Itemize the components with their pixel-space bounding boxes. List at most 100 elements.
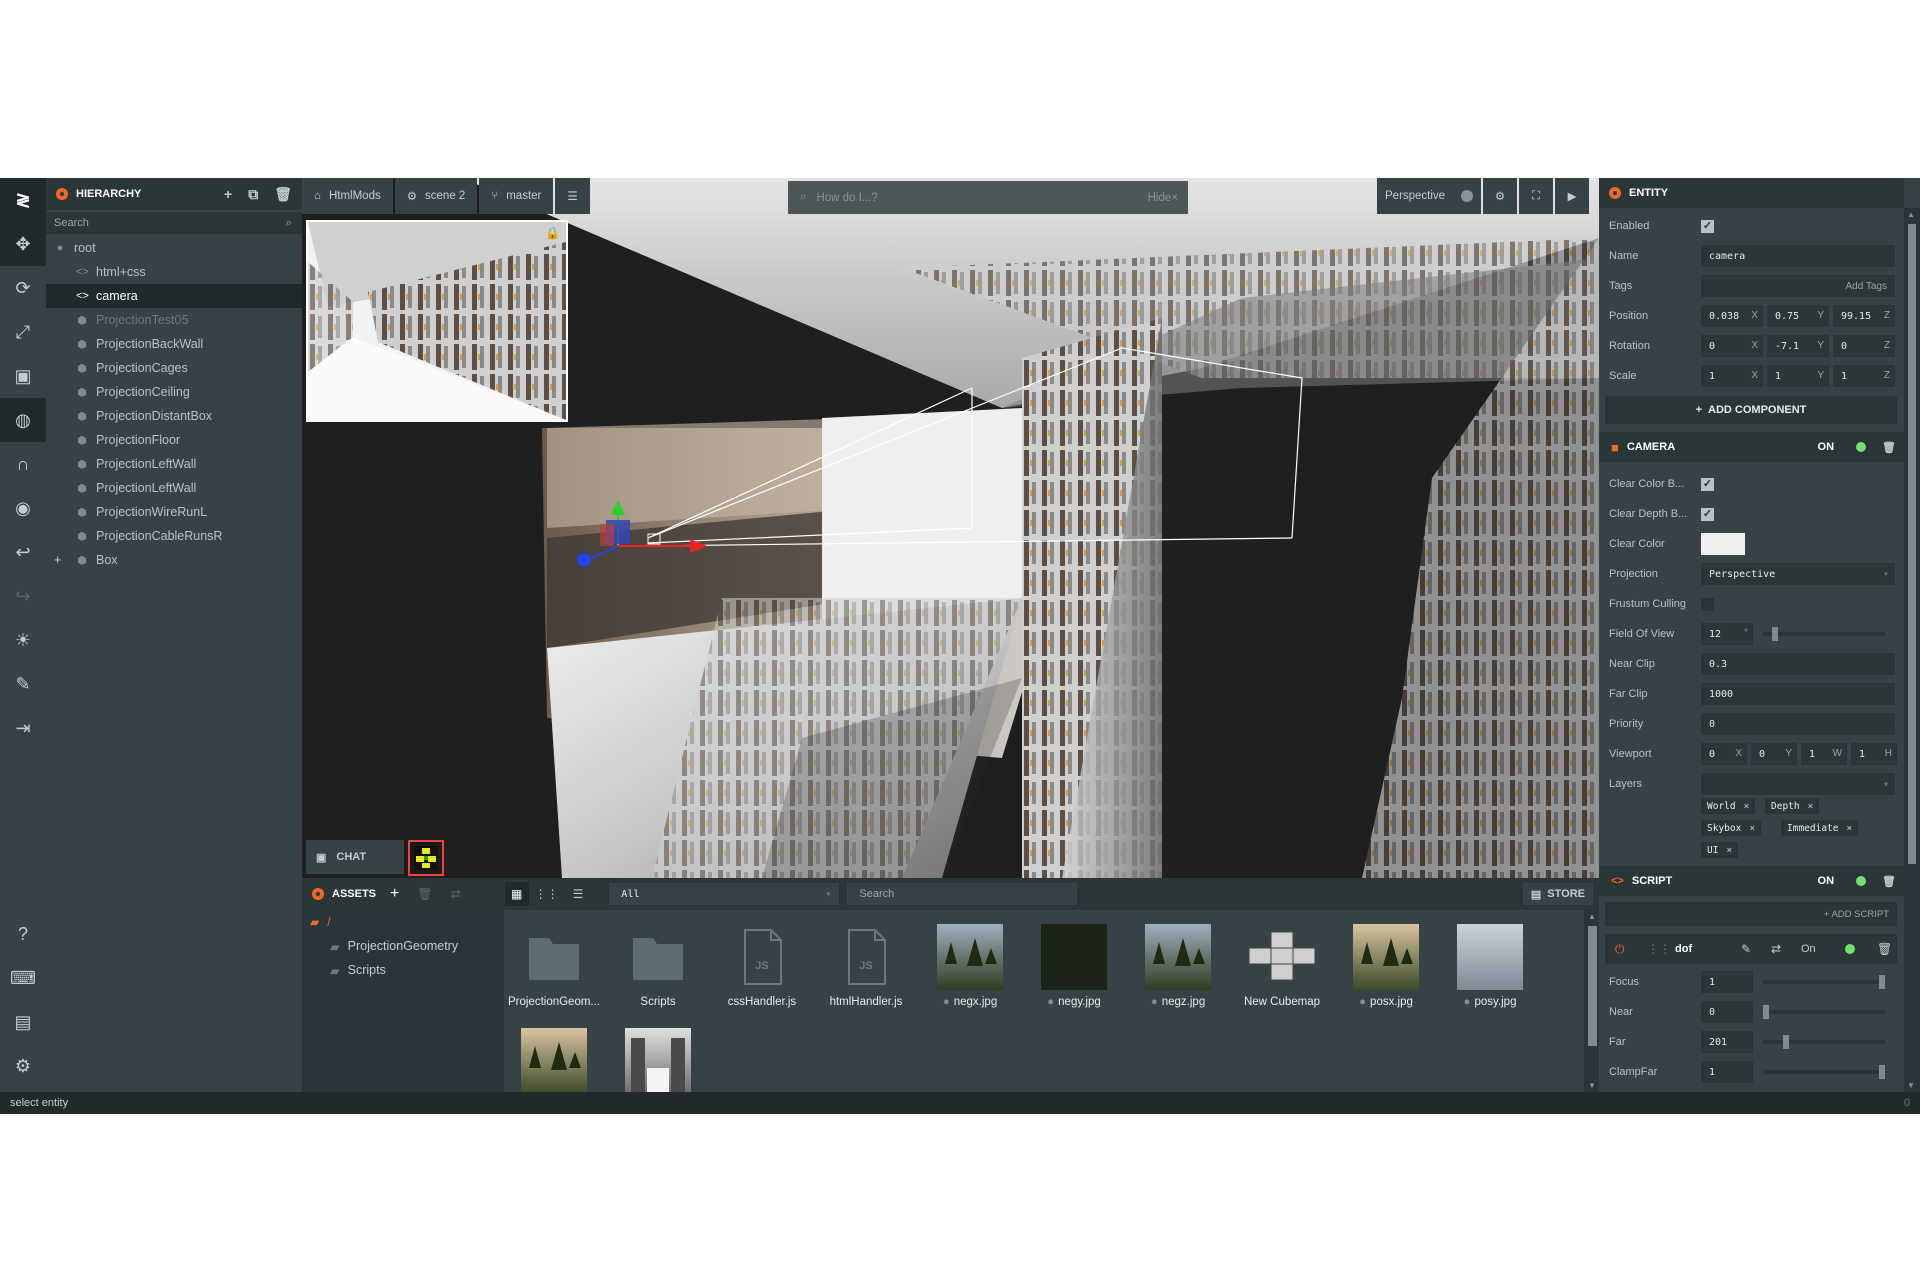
projection-select[interactable]: Perspective ▾: [1701, 563, 1895, 585]
scroll-thumb[interactable]: [1908, 224, 1916, 864]
asset-item[interactable]: New Cubemap: [1232, 910, 1332, 1010]
store-button[interactable]: ▤ STORE: [1522, 883, 1593, 905]
asset-item[interactable]: [608, 1014, 708, 1092]
asset-search-input[interactable]: Search: [847, 883, 1078, 905]
layer-tag[interactable]: Skybox ×: [1701, 820, 1762, 836]
scroll-thumb[interactable]: [1588, 926, 1597, 1046]
clear-color-swatch[interactable]: [1701, 533, 1745, 555]
viewport-w-field[interactable]: 1W: [1801, 743, 1847, 765]
script-attr-field[interactable]: 1: [1701, 1061, 1753, 1083]
position-z-field[interactable]: 99.15 Z: [1833, 305, 1895, 327]
scroll-down-icon[interactable]: ▼: [1907, 1081, 1915, 1090]
script-attr-field[interactable]: 0: [1701, 1001, 1753, 1023]
chat-button[interactable]: ▣ CHAT: [306, 840, 404, 874]
hierarchy-item[interactable]: ● root: [46, 236, 302, 260]
focus-eye-icon[interactable]: ◉: [0, 486, 46, 530]
delete-icon[interactable]: 🗑: [274, 186, 292, 203]
reload-icon[interactable]: ⇄: [451, 887, 461, 901]
world-space-icon[interactable]: ◍: [0, 398, 46, 442]
howdoi-search[interactable]: ⌕ How do I...? Hide×: [788, 181, 1188, 214]
add-asset-icon[interactable]: +: [390, 885, 399, 903]
layer-tag[interactable]: Depth ×: [1765, 798, 1820, 814]
viewport-tab[interactable]: ⚙ scene 2: [394, 178, 478, 214]
scale-icon[interactable]: ⤢: [0, 310, 46, 354]
panel-toggle-icon[interactable]: [1609, 187, 1621, 199]
swap-icon[interactable]: ⇄: [1771, 942, 1781, 956]
asset-item[interactable]: ● posy.jpg: [1440, 910, 1540, 1010]
script-enable-toggle[interactable]: [1842, 874, 1869, 888]
position-y-field[interactable]: 0.75 Y: [1767, 305, 1829, 327]
layer-tag[interactable]: UI ×: [1701, 842, 1739, 858]
viewport-x-field[interactable]: 0X: [1701, 743, 1747, 765]
fov-field[interactable]: 12 °: [1701, 623, 1753, 645]
scroll-down-icon[interactable]: ▼: [1588, 1081, 1596, 1090]
viewport-tab[interactable]: ⌂ HtmlMods: [302, 178, 393, 214]
asset-item[interactable]: Scripts: [608, 910, 708, 1010]
name-field[interactable]: camera: [1701, 245, 1895, 267]
expand-icon[interactable]: +: [54, 553, 61, 567]
asset-item[interactable]: ● negz.jpg: [1128, 910, 1228, 1010]
far-clip-field[interactable]: 1000: [1701, 683, 1895, 705]
redo-icon[interactable]: ↪: [0, 574, 46, 618]
priority-field[interactable]: 0: [1701, 713, 1895, 735]
script-attr-field[interactable]: 201: [1701, 1031, 1753, 1053]
delete-script-icon[interactable]: 🗑: [1877, 942, 1892, 956]
delete-component-icon[interactable]: 🗑: [1882, 875, 1896, 888]
scroll-up-icon[interactable]: ▲: [1907, 210, 1915, 219]
publish-icon[interactable]: ⇥: [0, 706, 46, 750]
script-attr-slider[interactable]: [1763, 1065, 1885, 1079]
asset-item[interactable]: ProjectionGeom...: [504, 910, 604, 1010]
translate-icon[interactable]: ✥: [0, 222, 46, 266]
list-icon[interactable]: ☰: [555, 178, 590, 214]
hierarchy-item[interactable]: ⬢ ProjectionCages: [46, 356, 302, 380]
script-attr-slider[interactable]: [1763, 975, 1885, 989]
code-editor-icon[interactable]: ✎: [0, 662, 46, 706]
panel-toggle-icon[interactable]: [312, 888, 324, 900]
root-folder[interactable]: ▰ /: [302, 910, 502, 934]
launch-play-icon[interactable]: ▶: [1555, 178, 1589, 214]
snap-icon[interactable]: ∩: [0, 442, 46, 486]
scroll-up-icon[interactable]: ▲: [1588, 912, 1596, 921]
help-icon[interactable]: ?: [0, 912, 46, 956]
hierarchy-item[interactable]: ⬢ ProjectionCableRunsR: [46, 524, 302, 548]
feedback-icon[interactable]: ▤: [0, 1000, 46, 1044]
scale-x-field[interactable]: 1X: [1701, 365, 1763, 387]
script-attr-slider[interactable]: [1763, 1035, 1885, 1049]
rotate-icon[interactable]: ⟳: [0, 266, 46, 310]
hierarchy-item[interactable]: ⬢ ProjectionFloor: [46, 428, 302, 452]
asset-item[interactable]: JS cssHandler.js: [712, 910, 812, 1010]
hierarchy-item[interactable]: <> camera: [46, 284, 302, 308]
hierarchy-item[interactable]: ⬢ ProjectionLeftWall: [46, 452, 302, 476]
asset-item[interactable]: ● negy.jpg: [1024, 910, 1124, 1010]
remove-tag-icon[interactable]: ×: [1726, 845, 1732, 856]
camera-enable-toggle[interactable]: [1842, 440, 1869, 454]
hierarchy-item[interactable]: ⬢ ProjectionDistantBox: [46, 404, 302, 428]
resize-icon[interactable]: ▣: [0, 354, 46, 398]
folder-item[interactable]: ▰ ProjectionGeometry: [302, 934, 502, 958]
add-entity-icon[interactable]: +: [224, 186, 232, 203]
inspector-scrollbar[interactable]: ▲ ▼: [1904, 208, 1920, 1092]
hierarchy-item[interactable]: ⬢ ProjectionCeiling: [46, 380, 302, 404]
clear-color-buffer-checkbox[interactable]: ✓: [1701, 477, 1714, 491]
hierarchy-item[interactable]: ⬢ ProjectionTest05: [46, 308, 302, 332]
camera-preview[interactable]: 🔒: [306, 220, 568, 422]
hierarchy-item[interactable]: + ⬢ Box: [46, 548, 302, 572]
panel-toggle-icon[interactable]: [56, 188, 68, 200]
slider-knob[interactable]: [1879, 1065, 1885, 1079]
add-component-button[interactable]: + ADD COMPONENT: [1605, 396, 1897, 424]
remove-tag-icon[interactable]: ×: [1749, 823, 1755, 834]
keyboard-icon[interactable]: ⌨: [0, 956, 46, 1000]
remove-tag-icon[interactable]: ×: [1744, 801, 1750, 812]
scale-y-field[interactable]: 1Y: [1767, 365, 1829, 387]
asset-item[interactable]: JS htmlHandler.js: [816, 910, 916, 1010]
remove-tag-icon[interactable]: ×: [1846, 823, 1852, 834]
hierarchy-item[interactable]: <> html+css: [46, 260, 302, 284]
layer-tag[interactable]: World ×: [1701, 798, 1756, 814]
fov-slider-knob[interactable]: [1772, 627, 1778, 641]
asset-filter-select[interactable]: All ▾: [609, 883, 840, 905]
hierarchy-item[interactable]: ⬢ ProjectionWireRunL: [46, 500, 302, 524]
assets-scrollbar[interactable]: ▲ ▼: [1586, 910, 1599, 1092]
grid-large-icon[interactable]: ▦: [504, 882, 529, 906]
drag-handle-icon[interactable]: ⋮⋮: [1647, 942, 1671, 956]
asset-item[interactable]: ● posx.jpg: [1336, 910, 1436, 1010]
